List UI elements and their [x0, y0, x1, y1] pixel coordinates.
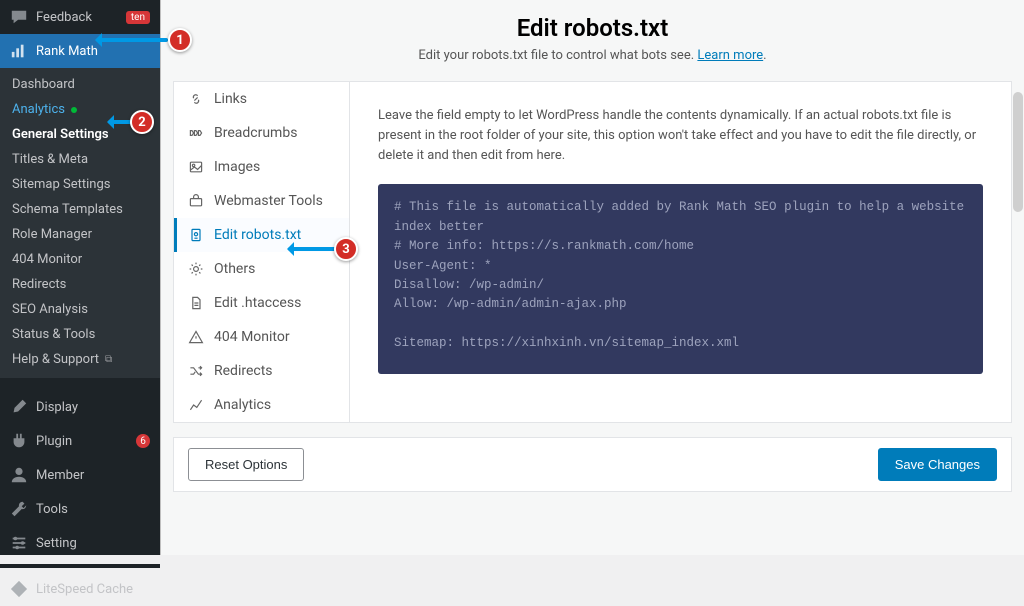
tab-others[interactable]: Others: [174, 252, 349, 286]
external-icon: ⧉: [105, 354, 112, 365]
submenu-status-tools[interactable]: Status & Tools: [0, 322, 160, 347]
learn-more-link[interactable]: Learn more: [697, 48, 763, 63]
tab-links[interactable]: Links: [174, 82, 349, 116]
submenu-404-monitor[interactable]: 404 Monitor: [0, 247, 160, 272]
callout-badge-2: 2: [130, 110, 154, 134]
sidebar-item-display[interactable]: Display: [0, 390, 160, 424]
tab-webmaster-tools[interactable]: Webmaster Tools: [174, 184, 349, 218]
shuffle-icon: [188, 363, 204, 379]
callout-badge-3: 3: [334, 237, 358, 261]
sidebar-item-feedback[interactable]: Feedback ten: [0, 0, 160, 34]
tab-analytics[interactable]: Analytics: [174, 388, 349, 422]
page-subtitle: Edit your robots.txt file to control wha…: [173, 48, 1012, 63]
sidebar-item-plugin[interactable]: Plugin 6: [0, 424, 160, 458]
feedback-badge: ten: [126, 11, 150, 24]
tab-breadcrumbs[interactable]: Breadcrumbs: [174, 116, 349, 150]
plugin-count-badge: 6: [136, 434, 150, 448]
link-icon: [188, 91, 204, 107]
submenu-help-support[interactable]: Help & Support⧉: [0, 347, 160, 372]
image-icon: [188, 159, 204, 175]
plug-icon: [10, 432, 28, 450]
tab-edit-htaccess[interactable]: Edit .htaccess: [174, 286, 349, 320]
file-edit-icon: [188, 295, 204, 311]
sidebar-item-litespeed[interactable]: LiteSpeed Cache: [0, 572, 160, 606]
reset-options-button[interactable]: Reset Options: [188, 448, 304, 481]
toolbox-icon: [188, 193, 204, 209]
callout-arrow-1: [96, 38, 168, 42]
tab-redirects[interactable]: Redirects: [174, 354, 349, 388]
sidebar-label: Feedback: [36, 10, 118, 25]
chart-icon: [188, 397, 204, 413]
callout-arrow-2: [108, 120, 132, 124]
submenu-sitemap-settings[interactable]: Sitemap Settings: [0, 172, 160, 197]
rankmath-icon: [10, 42, 28, 60]
wrench-icon: [10, 500, 28, 518]
submenu-dashboard[interactable]: Dashboard: [0, 72, 160, 97]
page-title: Edit robots.txt: [173, 14, 1012, 42]
tab-404-monitor[interactable]: 404 Monitor: [174, 320, 349, 354]
scrollbar[interactable]: [1013, 92, 1023, 212]
litespeed-icon: [10, 580, 28, 598]
sidebar-item-tools[interactable]: Tools: [0, 492, 160, 526]
separator: [0, 382, 160, 386]
gear-icon: [188, 261, 204, 277]
callout-badge-1: 1: [168, 28, 192, 52]
separator: [0, 564, 160, 568]
robots-editor[interactable]: # This file is automatically added by Ra…: [378, 184, 983, 374]
submenu-titles-meta[interactable]: Titles & Meta: [0, 147, 160, 172]
submenu-schema-templates[interactable]: Schema Templates: [0, 197, 160, 222]
user-icon: [10, 466, 28, 484]
robot-file-icon: [188, 227, 204, 243]
submenu-role-manager[interactable]: Role Manager: [0, 222, 160, 247]
sidebar-item-member[interactable]: Member: [0, 458, 160, 492]
field-description: Leave the field empty to let WordPress h…: [378, 106, 983, 166]
submenu-redirects[interactable]: Redirects: [0, 272, 160, 297]
brush-icon: [10, 398, 28, 416]
submenu-seo-analysis[interactable]: SEO Analysis: [0, 297, 160, 322]
comment-icon: [10, 8, 28, 26]
callout-arrow-3: [288, 247, 336, 251]
sliders-icon: [10, 534, 28, 552]
tab-images[interactable]: Images: [174, 150, 349, 184]
breadcrumb-icon: [188, 125, 204, 141]
dot-icon: [71, 107, 77, 113]
warning-icon: [188, 329, 204, 345]
save-changes-button[interactable]: Save Changes: [878, 448, 997, 481]
